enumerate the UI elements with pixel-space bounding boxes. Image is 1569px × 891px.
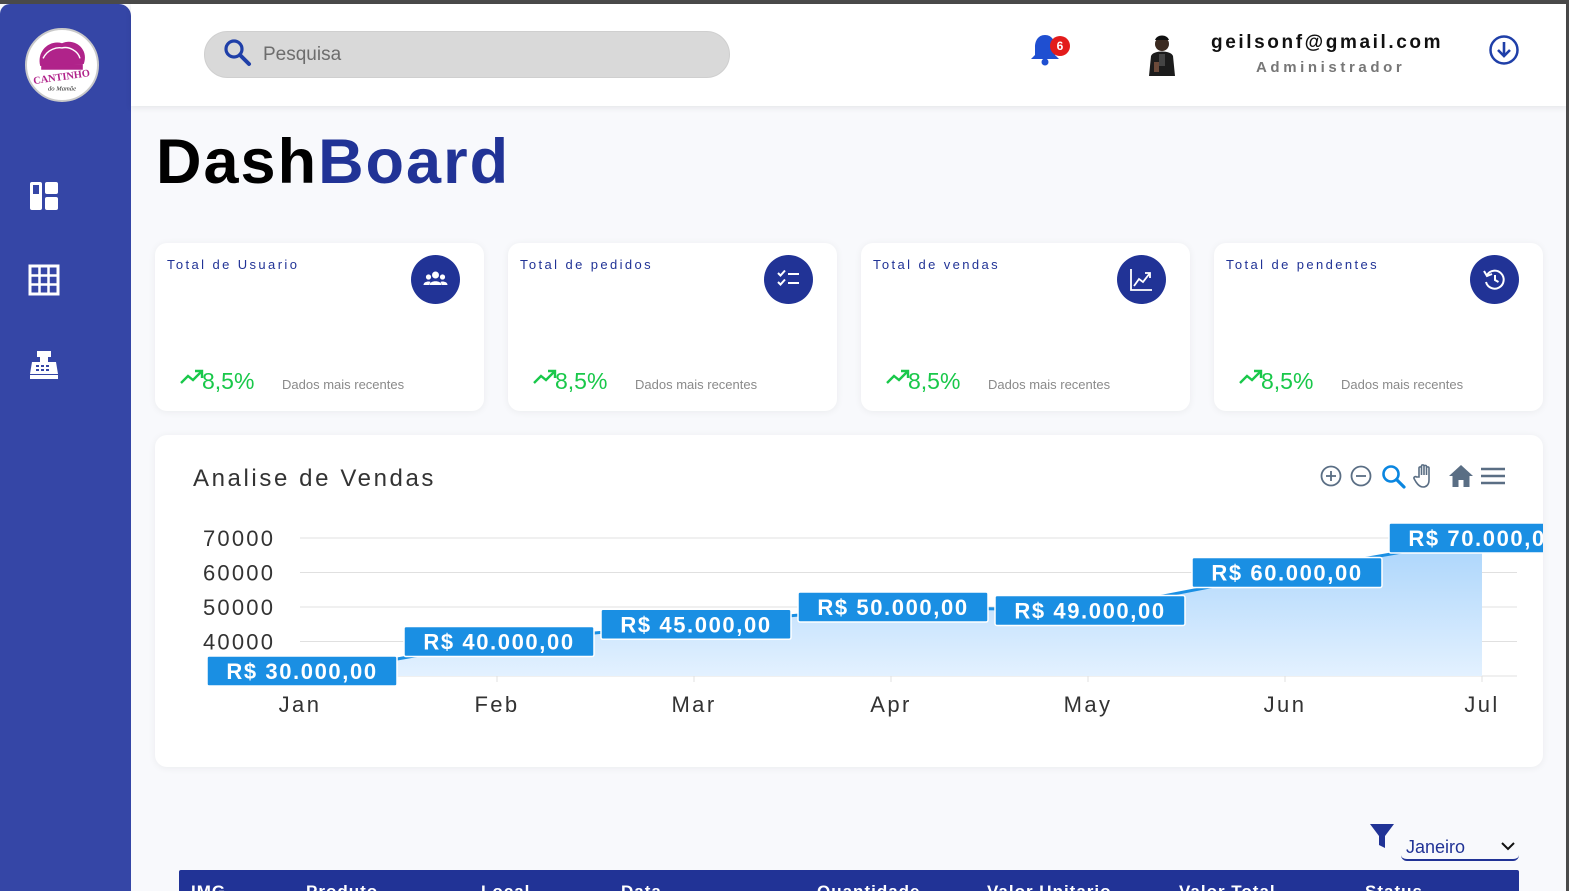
- column-header[interactable]: Data: [621, 882, 662, 891]
- menu-icon[interactable]: [1480, 463, 1506, 489]
- column-header[interactable]: Valor Total: [1179, 882, 1276, 891]
- trend-value: 8,5%: [1261, 368, 1314, 394]
- column-header[interactable]: Status: [1365, 882, 1423, 891]
- month-select-value: Janeiro: [1406, 837, 1466, 857]
- sales-analysis-panel: 40000 50000 60000 70000 Jan Feb Mar Apr May Jun Ju…: [155, 435, 1543, 767]
- checklist-icon: [764, 255, 813, 304]
- y-tick-label: 60000: [203, 561, 275, 586]
- card-title: Total de Usuario: [167, 257, 300, 272]
- column-header[interactable]: Produto: [306, 882, 378, 891]
- chart-title: Analise de Vendas: [193, 465, 437, 492]
- trend-note: Dados mais recentes: [988, 377, 1111, 392]
- download-icon[interactable]: [1488, 34, 1520, 66]
- y-tick-label: 40000: [203, 630, 275, 655]
- data-label: R$ 45.000,00: [620, 612, 771, 637]
- sidebar: CANTINHO do Mamãe: [0, 4, 131, 891]
- card-title: Total de pendentes: [1226, 257, 1380, 272]
- column-header[interactable]: Local: [481, 882, 530, 891]
- page-title-part2: Board: [318, 127, 511, 197]
- cash-register-icon[interactable]: [28, 348, 60, 380]
- data-label: R$ 40.000,00: [423, 630, 574, 655]
- users-icon: [411, 255, 460, 304]
- column-header[interactable]: IMG: [191, 882, 226, 891]
- filter-icon[interactable]: [1369, 823, 1395, 849]
- trend-value: 8,5%: [555, 368, 608, 394]
- column-header[interactable]: Valor Unitario: [987, 882, 1112, 891]
- chevron-down-icon: [1501, 842, 1515, 851]
- zoom-in-icon[interactable]: [1318, 463, 1344, 489]
- x-tick-label: Jul: [1464, 692, 1499, 717]
- x-tick-label: May: [1064, 692, 1113, 717]
- trend-value: 8,5%: [202, 368, 255, 394]
- card-total-pedidos[interactable]: Total de pedidos 8,5% Dados mais recente…: [508, 243, 837, 411]
- history-icon: [1470, 255, 1519, 304]
- svg-text:do Mamãe: do Mamãe: [48, 86, 76, 93]
- home-icon[interactable]: [1448, 463, 1474, 489]
- month-select[interactable]: Janeiro: [1401, 835, 1519, 861]
- column-header[interactable]: Quantidade: [817, 882, 921, 891]
- trend-value: 8,5%: [908, 368, 961, 394]
- x-tick-label: Feb: [474, 692, 519, 717]
- card-title: Total de pedidos: [520, 257, 654, 272]
- card-total-vendas[interactable]: Total de vendas 8,5% Dados mais recentes: [861, 243, 1190, 411]
- trending-up-icon: [886, 369, 910, 387]
- data-label: R$ 60.000,00: [1211, 561, 1362, 586]
- x-tick-label: Jan: [279, 692, 322, 717]
- trending-up-icon: [533, 369, 557, 387]
- dashboard-icon[interactable]: [28, 180, 60, 212]
- pan-hand-icon[interactable]: [1412, 463, 1438, 489]
- card-total-usuario[interactable]: Total de Usuario 8,5% Dados mais recente…: [155, 243, 484, 411]
- x-tick-label: Jun: [1264, 692, 1307, 717]
- trending-up-icon: [180, 369, 204, 387]
- card-title: Total de vendas: [873, 257, 1001, 272]
- orders-table-header: IMG Produto Local Data Quantidade Valor …: [179, 870, 1519, 891]
- zoom-select-icon[interactable]: [1380, 463, 1406, 489]
- user-email: geilsonf@gmail.com: [1211, 32, 1444, 53]
- y-tick-label: 50000: [203, 595, 275, 620]
- x-tick-label: Mar: [671, 692, 716, 717]
- chart-up-icon: [1117, 255, 1166, 304]
- y-tick-label: 70000: [203, 526, 275, 551]
- user-role: Administrador: [1256, 59, 1406, 76]
- trend-note: Dados mais recentes: [282, 377, 405, 392]
- zoom-out-icon[interactable]: [1348, 463, 1374, 489]
- svg-text:CANTINHO: CANTINHO: [33, 68, 91, 87]
- data-label: R$ 70.000,00: [1408, 526, 1543, 551]
- trending-up-icon: [1239, 369, 1263, 387]
- trend-note: Dados mais recentes: [635, 377, 758, 392]
- page-title-part1: Dash: [156, 127, 319, 197]
- top-header: 6 geilsonf@gmail.com Administrador: [131, 4, 1566, 106]
- x-tick-label: Apr: [870, 692, 911, 717]
- data-label: R$ 30.000,00: [226, 659, 377, 684]
- search-bar[interactable]: [204, 31, 730, 78]
- data-label: R$ 49.000,00: [1014, 598, 1165, 623]
- avatar[interactable]: [1143, 32, 1181, 78]
- search-icon[interactable]: [222, 37, 252, 67]
- page-title: DashBoard: [156, 126, 510, 198]
- card-total-pendentes[interactable]: Total de pendentes 8,5% Dados mais recen…: [1214, 243, 1543, 411]
- trend-note: Dados mais recentes: [1341, 377, 1464, 392]
- data-label: R$ 50.000,00: [817, 595, 968, 620]
- grid-icon[interactable]: [28, 264, 60, 296]
- search-input[interactable]: [263, 40, 703, 70]
- notification-badge: 6: [1050, 36, 1070, 56]
- brand-logo[interactable]: CANTINHO do Mamãe: [25, 28, 99, 102]
